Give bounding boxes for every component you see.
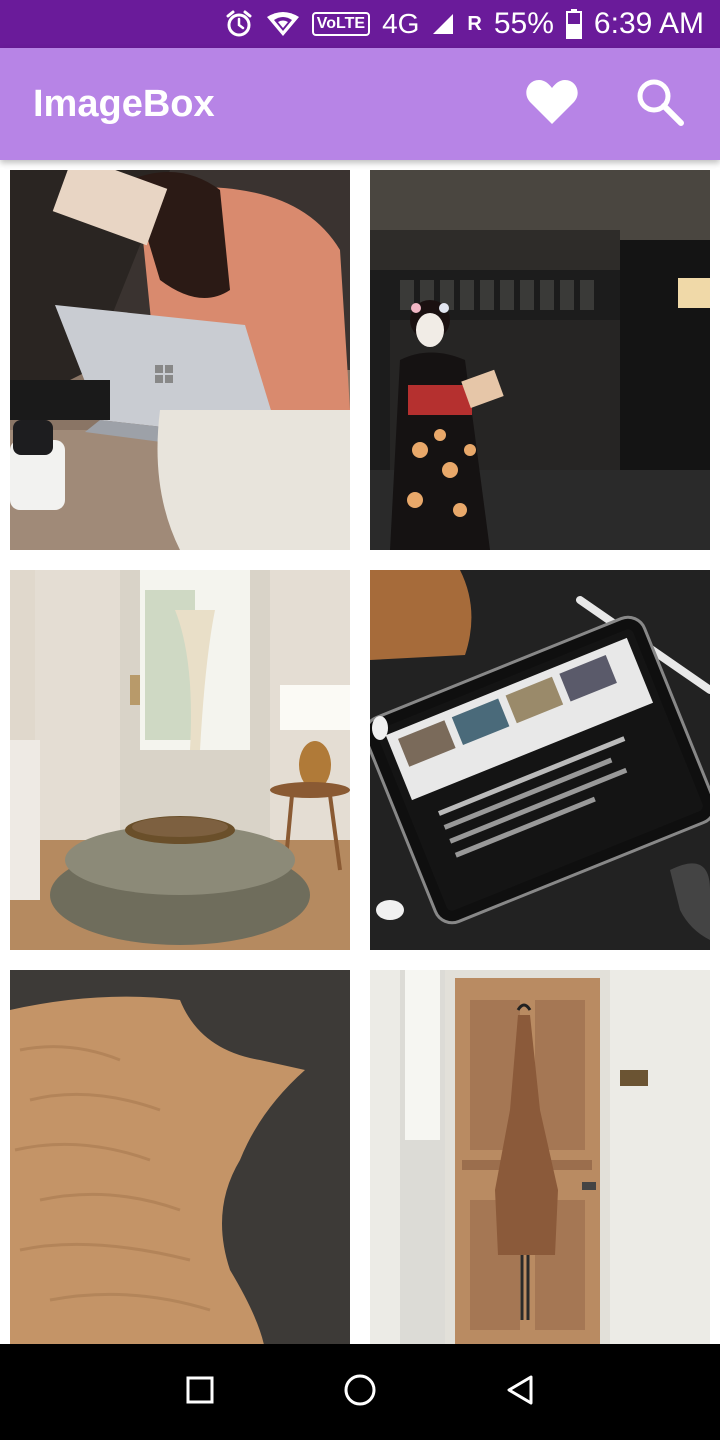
image-grid [0,160,720,1344]
back-icon [505,1374,535,1411]
recents-button[interactable] [168,1360,232,1424]
favorites-button[interactable] [524,76,580,132]
image-tile[interactable] [10,970,350,1344]
image-tile[interactable] [370,570,710,950]
home-button[interactable] [328,1360,392,1424]
image-tile[interactable] [10,170,350,550]
roaming-indicator: R [467,12,482,35]
alarm-icon [224,8,254,40]
battery-icon [565,8,582,40]
network-type: 4G [382,8,420,39]
app-title: ImageBox [33,82,215,125]
image-sand-dune [10,970,350,1344]
app-bar: ImageBox [0,48,720,160]
search-button[interactable] [632,76,688,132]
image-tablet [370,570,710,950]
clock: 6:39 AM [593,7,704,40]
heart-icon [525,78,579,131]
wifi-icon [266,8,300,40]
image-tile[interactable] [370,170,710,550]
image-geisha [370,170,710,550]
image-wooden-door [370,970,710,1344]
image-tile[interactable] [370,970,710,1344]
image-tile[interactable] [10,570,350,950]
image-woman-laptop [10,170,350,550]
back-button[interactable] [488,1360,552,1424]
app-actions [524,76,688,132]
search-icon [635,77,685,132]
home-icon [343,1373,377,1412]
recents-icon [185,1375,215,1410]
status-bar: VoLTE 4G R 55% 6:39 AM [0,0,720,48]
signal-icon [431,8,455,40]
image-living-room [10,570,350,950]
volte-label: VoLTE [311,12,371,36]
navigation-bar [0,1344,720,1440]
battery-percentage: 55% [493,7,554,40]
